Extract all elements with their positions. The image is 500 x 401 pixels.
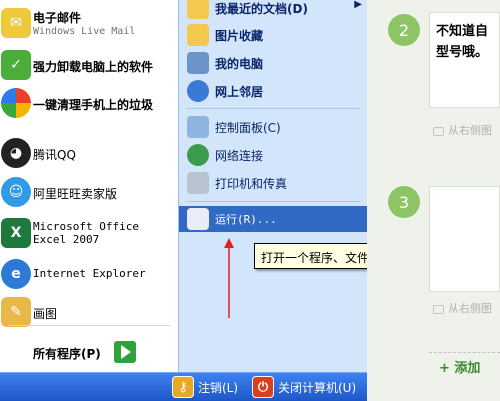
start-menu-bottom-bar: ⚷ 注销(L) ⏻ 关闭计算机(U) — [0, 372, 367, 401]
email-icon: ✉ — [1, 8, 31, 38]
my-computer-icon — [187, 52, 209, 74]
program-item-uninstall[interactable]: ✓ 强力卸载电脑上的软件 — [0, 48, 178, 82]
program-sublabel: Windows Live Mail — [33, 26, 136, 37]
camera-icon — [433, 126, 444, 136]
aliwangwang-icon: ☺ — [1, 177, 31, 207]
program-item-email[interactable]: ✉ 电子邮件 Windows Live Mail — [0, 5, 178, 41]
control-panel-icon — [187, 116, 209, 138]
system-divider — [187, 201, 359, 202]
network-connections-icon — [187, 144, 209, 166]
run-label: 运行(R)... — [215, 213, 277, 226]
key-icon: ⚷ — [172, 376, 194, 398]
system-label: 控制面板(C) — [215, 121, 281, 135]
place-label: 图片收藏 — [215, 29, 264, 43]
program-item-paint[interactable]: ✎ 画图 — [0, 295, 178, 329]
left-divider — [8, 325, 170, 326]
pictures-folder-icon — [187, 24, 209, 46]
program-label: 电子邮件 — [33, 11, 82, 25]
step-text-box: 不知道自 型号哦。 — [429, 12, 500, 108]
network-places-icon — [187, 80, 209, 102]
places-panel: 我最近的文档(D) ▶ 图片收藏 我的电脑 网上邻居 控制面板(C) 网络连接 … — [178, 0, 368, 372]
step-text-line: 型号哦。 — [436, 45, 489, 60]
program-item-phone-cleaner[interactable]: 一键清理手机上的垃圾 — [0, 86, 178, 120]
step-text-box — [429, 186, 500, 292]
all-programs-button[interactable]: 所有程序(P) — [0, 338, 178, 368]
program-item-aliwangwang[interactable]: ☺ 阿里旺旺卖家版 — [0, 175, 178, 209]
program-label: 强力卸载电脑上的软件 — [33, 60, 154, 74]
system-item-network-connections[interactable]: 网络连接 — [179, 142, 368, 168]
submenu-arrow-icon: ▶ — [354, 0, 362, 10]
step-number-badge: 3 — [388, 186, 420, 218]
printer-icon — [187, 172, 209, 194]
logoff-label: 注销(L) — [198, 380, 239, 395]
program-label: Internet Explorer — [33, 267, 146, 280]
source-label: 从右侧图 — [448, 124, 492, 137]
add-step-link[interactable]: + 添加 — [429, 352, 500, 378]
power-icon: ⏻ — [252, 376, 274, 398]
recent-documents-icon — [187, 0, 209, 19]
place-item-recent-documents[interactable]: 我最近的文档(D) ▶ — [179, 0, 368, 21]
run-item[interactable]: 运行(R)... — [179, 206, 368, 232]
program-item-qq[interactable]: ◕ 腾讯QQ — [0, 136, 178, 170]
all-programs-label: 所有程序(P) — [33, 347, 101, 361]
excel-icon: X — [1, 218, 31, 248]
uninstall-icon: ✓ — [1, 50, 31, 80]
step-image-source: 从右侧图 — [433, 122, 492, 138]
place-label: 我的电脑 — [215, 57, 264, 71]
pinned-programs-panel: ✉ 电子邮件 Windows Live Mail ✓ 强力卸载电脑上的软件 一键… — [0, 0, 178, 372]
article-background: 2 不知道自 型号哦。 从右侧图 3 从右侧图 + 添加 — [367, 0, 500, 401]
phone-cleaner-icon — [1, 88, 31, 118]
step-text-line: 不知道自 — [436, 24, 489, 39]
system-item-control-panel[interactable]: 控制面板(C) — [179, 114, 368, 140]
step-image-source: 从右侧图 — [433, 300, 492, 316]
system-label: 打印机和传真 — [215, 177, 288, 191]
shutdown-button[interactable]: ⏻ 关闭计算机(U) — [252, 376, 356, 398]
program-label: 一键清理手机上的垃圾 — [33, 98, 154, 112]
program-label: 阿里旺旺卖家版 — [33, 187, 118, 201]
annotation-red-arrow — [224, 238, 234, 318]
all-programs-arrow-icon — [114, 341, 136, 363]
program-label: Microsoft Office Excel 2007 — [33, 220, 139, 246]
qq-icon: ◕ — [1, 138, 31, 168]
system-label: 网络连接 — [215, 149, 264, 163]
ie-icon: e — [1, 259, 31, 289]
system-item-printers[interactable]: 打印机和传真 — [179, 170, 368, 196]
start-menu: ✉ 电子邮件 Windows Live Mail ✓ 强力卸载电脑上的软件 一键… — [0, 0, 368, 401]
camera-icon — [433, 304, 444, 314]
source-label: 从右侧图 — [448, 302, 492, 315]
place-label: 我最近的文档(D) — [215, 2, 308, 16]
place-item-network-places[interactable]: 网上邻居 — [179, 78, 368, 104]
logoff-button[interactable]: ⚷ 注销(L) — [172, 376, 238, 398]
step-number-badge: 2 — [388, 14, 420, 46]
program-item-excel[interactable]: X Microsoft Office Excel 2007 — [0, 216, 178, 250]
program-label: 腾讯QQ — [33, 148, 76, 162]
paint-icon: ✎ — [1, 297, 31, 327]
shutdown-label: 关闭计算机(U) — [278, 380, 357, 395]
place-item-my-computer[interactable]: 我的电脑 — [179, 50, 368, 76]
program-item-ie[interactable]: e Internet Explorer — [0, 257, 178, 291]
program-label: 画图 — [33, 307, 58, 321]
places-divider — [187, 108, 359, 109]
run-icon — [187, 208, 209, 230]
place-item-pictures[interactable]: 图片收藏 — [179, 22, 368, 48]
place-label: 网上邻居 — [215, 85, 264, 99]
